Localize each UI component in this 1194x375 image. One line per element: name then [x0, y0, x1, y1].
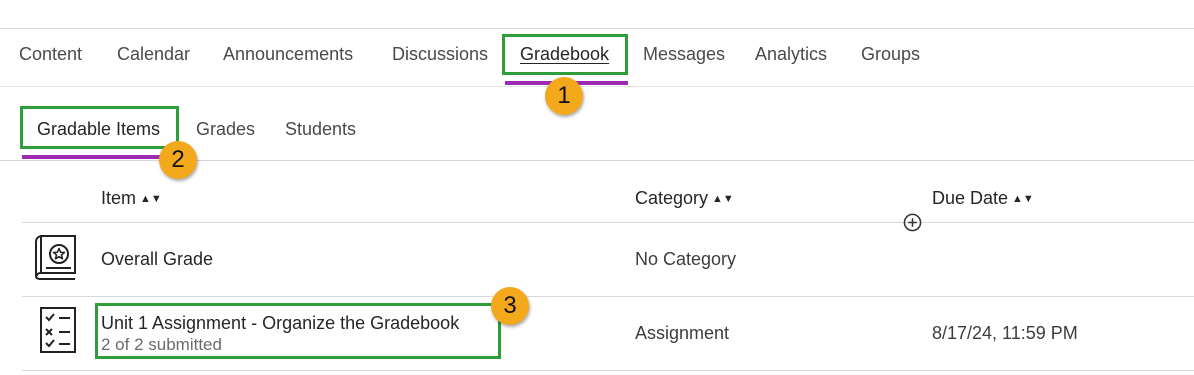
sort-icon: ▲▼ [1012, 193, 1034, 205]
tab-messages[interactable]: Messages [643, 44, 725, 65]
callout-highlight-gradebook [502, 34, 628, 75]
callout-badge-2: 2 [159, 141, 197, 179]
tab-discussions[interactable]: Discussions [392, 44, 488, 65]
header-divider [22, 222, 1194, 223]
active-subtab-indicator [22, 155, 177, 159]
item-category: Assignment [635, 323, 730, 343]
callout-highlight-assignment [95, 303, 501, 359]
row-divider [22, 370, 1194, 371]
tab-content[interactable]: Content [19, 44, 82, 65]
column-header-due-date[interactable]: Due Date ▲▼ [932, 188, 1034, 209]
sort-icon: ▲▼ [140, 193, 162, 205]
tab-groups[interactable]: Groups [861, 44, 920, 65]
callout-badge-1: 1 [545, 77, 583, 115]
tab-calendar[interactable]: Calendar [117, 44, 190, 65]
item-title[interactable]: Overall Grade [101, 249, 213, 270]
callout-highlight-gradable-items [20, 106, 179, 149]
top-divider [0, 28, 1194, 29]
subtab-students[interactable]: Students [285, 119, 356, 140]
sort-icon: ▲▼ [712, 193, 734, 205]
item-due-date: 8/17/24, 11:59 PM [932, 323, 1078, 343]
assignment-checklist-icon [40, 307, 76, 353]
top-nav-divider [0, 86, 1194, 87]
row-divider [22, 296, 1194, 297]
column-header-item[interactable]: Item ▲▼ [101, 188, 162, 209]
subtab-grades[interactable]: Grades [196, 119, 255, 140]
callout-badge-3: 3 [491, 287, 529, 325]
column-header-category[interactable]: Category ▲▼ [635, 188, 734, 209]
item-category: No Category [635, 249, 737, 269]
tab-analytics[interactable]: Analytics [755, 44, 827, 65]
overall-grade-icon [35, 235, 76, 280]
add-item-plus-icon[interactable] [903, 213, 922, 232]
tab-announcements[interactable]: Announcements [223, 44, 353, 65]
